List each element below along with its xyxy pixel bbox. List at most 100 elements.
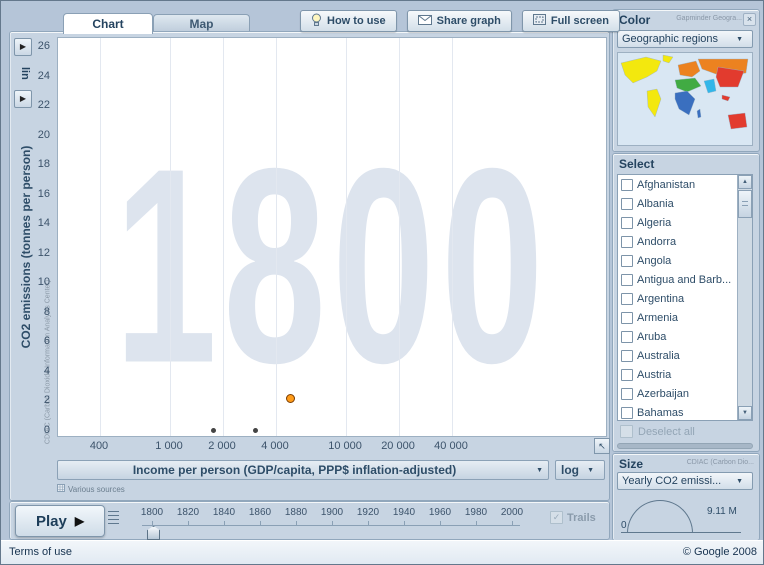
play-button[interactable]: Play ▶: [15, 505, 105, 537]
timeline-year-label: 1860: [248, 507, 272, 518]
timeline-year-label: 1880: [284, 507, 308, 518]
country-checkbox[interactable]: [621, 235, 633, 248]
country-label: Algeria: [637, 216, 672, 229]
country-checkbox[interactable]: [621, 197, 633, 210]
grid-icon: [57, 484, 65, 494]
timeline-year-label: 1840: [212, 507, 236, 518]
play-button-label: Play: [35, 512, 67, 530]
size-dropdown-value: Yearly CO2 emissi...: [622, 475, 722, 487]
data-point[interactable]: [211, 427, 217, 433]
horizontal-scrollbar[interactable]: [617, 443, 753, 449]
y-tick-label: 22: [37, 99, 50, 112]
country-list-scrollbar[interactable]: ▲ ▼: [737, 175, 752, 420]
country-row[interactable]: Andorra: [618, 232, 737, 251]
deselect-all-checkbox[interactable]: [620, 425, 633, 438]
share-graph-button[interactable]: Share graph: [406, 10, 512, 32]
country-checkbox[interactable]: [621, 406, 633, 419]
toolbar: How to use Share graph Full screen: [300, 10, 620, 32]
x-scale-dropdown[interactable]: log ▼: [555, 460, 605, 480]
country-label: Aruba: [637, 330, 667, 343]
fullscreen-icon: [532, 14, 546, 28]
y-tick-label: 24: [37, 69, 50, 82]
country-row[interactable]: Bahamas: [618, 403, 737, 420]
deselect-all-label: Deselect all: [638, 425, 695, 438]
country-checkbox[interactable]: [621, 273, 633, 286]
country-checkbox[interactable]: [621, 330, 633, 343]
region-color-legend-map: [617, 52, 753, 146]
chevron-down-icon: ▼: [587, 466, 594, 474]
timeline-tickmark: [404, 521, 405, 526]
deselect-all-control[interactable]: Deselect all: [620, 425, 695, 438]
data-point[interactable]: [286, 393, 296, 403]
x-tick-label: 1 000: [155, 440, 183, 452]
x-axis-indicator-dropdown[interactable]: Income per person (GDP/capita, PPP$ infl…: [57, 460, 549, 480]
terms-of-use-link[interactable]: Terms of use: [9, 546, 72, 558]
y-tick-label: 26: [37, 40, 50, 52]
x-tick-label: 400: [89, 440, 109, 452]
country-checkbox[interactable]: [621, 254, 633, 267]
y-tick-label: 12: [37, 246, 50, 259]
resize-plot-handle[interactable]: ↖: [594, 438, 610, 454]
how-to-use-button[interactable]: How to use: [300, 10, 397, 32]
select-panel: Select Afghanistan Albania Algeria Andorra A…: [612, 153, 760, 452]
footer-bar: Terms of use © Google 2008: [1, 540, 763, 564]
y-tick-label: 14: [37, 217, 50, 230]
country-checkbox[interactable]: [621, 387, 633, 400]
color-panel: Color Gapminder Geogra... × Geographic r…: [612, 9, 760, 152]
full-screen-button[interactable]: Full screen: [521, 10, 620, 32]
country-row[interactable]: Antigua and Barb...: [618, 270, 737, 289]
country-row[interactable]: Algeria: [618, 213, 737, 232]
x-tick-label: 40 000: [434, 440, 468, 452]
country-row[interactable]: Albania: [618, 194, 737, 213]
close-icon[interactable]: ×: [743, 13, 756, 26]
country-checkbox[interactable]: [621, 178, 633, 191]
gridline: [223, 38, 225, 436]
timeline-year-label: 1900: [320, 507, 344, 518]
country-row[interactable]: Afghanistan: [618, 175, 737, 194]
country-row[interactable]: Austria: [618, 365, 737, 384]
data-point[interactable]: [252, 427, 258, 433]
country-row[interactable]: Aruba: [618, 327, 737, 346]
y-tick-label: 20: [37, 128, 50, 141]
country-checkbox[interactable]: [621, 349, 633, 362]
y-tick-label: 10: [37, 276, 50, 289]
chevron-down-icon: ▼: [736, 477, 743, 485]
country-row[interactable]: Angola: [618, 251, 737, 270]
sources-note: Various sources: [57, 484, 125, 494]
copyright-label: © Google 2008: [682, 546, 757, 558]
full-screen-label: Full screen: [550, 15, 609, 27]
y-tick-label: 0: [43, 424, 50, 436]
country-row[interactable]: Armenia: [618, 308, 737, 327]
country-label: Angola: [637, 254, 672, 267]
country-checkbox[interactable]: [621, 292, 633, 305]
resize-arrow-icon: ↖: [598, 441, 606, 451]
scroll-up-icon[interactable]: ▲: [738, 175, 752, 189]
color-panel-title: Color: [619, 13, 651, 27]
x-scale-value: log: [561, 463, 579, 477]
country-checkbox[interactable]: [621, 368, 633, 381]
color-indicator-dropdown[interactable]: Geographic regions ▼: [617, 30, 753, 48]
country-label: Austria: [637, 368, 672, 381]
country-row[interactable]: Azerbaijan: [618, 384, 737, 403]
tab-chart[interactable]: Chart: [63, 13, 153, 34]
country-row[interactable]: Australia: [618, 346, 737, 365]
how-to-use-label: How to use: [327, 15, 386, 27]
chart-panel: ▶ lin ▶ CO2 emissions (tonnes per person…: [9, 31, 610, 501]
timeline-year-label: 1940: [392, 507, 416, 518]
scroll-down-icon[interactable]: ▼: [738, 406, 752, 420]
scrollbar-thumb[interactable]: [738, 190, 752, 218]
color-source-label: Gapminder Geogra...: [676, 15, 742, 22]
y-tick-label: 4: [43, 364, 50, 377]
trails-checkbox[interactable]: ✓: [550, 511, 563, 524]
timeline-tickmark: [296, 521, 297, 526]
country-list: Afghanistan Albania Algeria Andorra Angola An…: [618, 175, 737, 420]
timeline-track[interactable]: 1800 1820 1840 1860 1880 1900 1920 1940 1960 1980…: [114, 504, 534, 540]
country-row[interactable]: Argentina: [618, 289, 737, 308]
timeline-year-label: 1980: [464, 507, 488, 518]
country-checkbox[interactable]: [621, 311, 633, 324]
timeline-year-label: 2000: [500, 507, 524, 518]
size-indicator-dropdown[interactable]: Yearly CO2 emissi... ▼: [617, 472, 753, 490]
year-slider-handle[interactable]: [147, 526, 160, 540]
x-axis-title: Income per person (GDP/capita, PPP$ infl…: [132, 463, 457, 477]
country-checkbox[interactable]: [621, 216, 633, 229]
